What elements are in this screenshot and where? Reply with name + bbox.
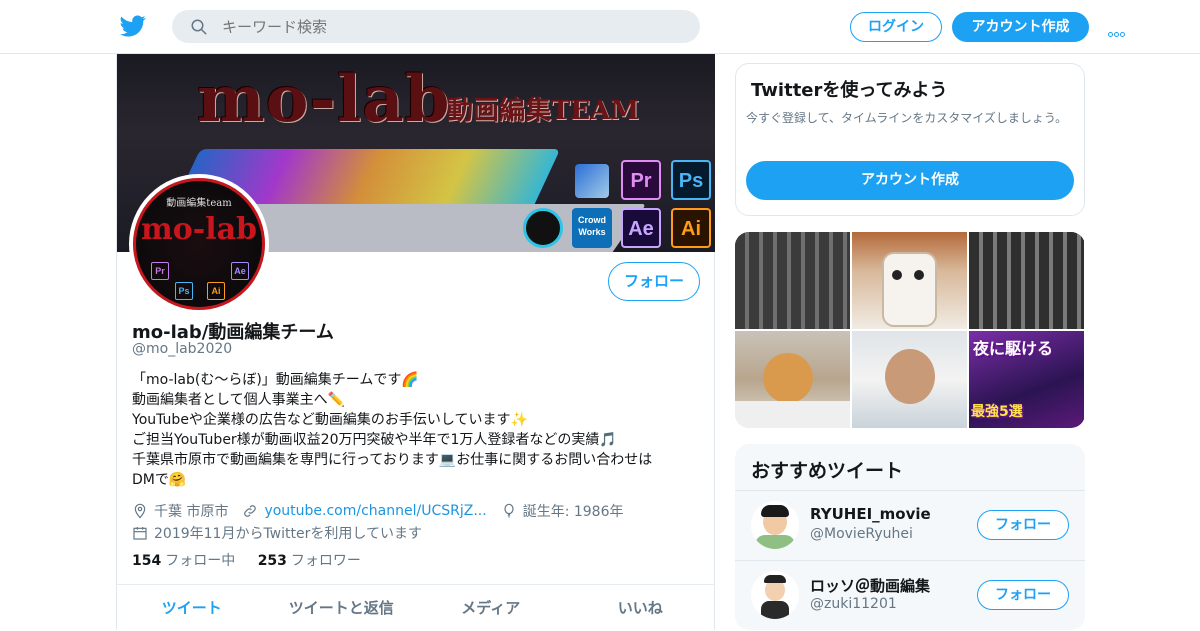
avatar[interactable]	[751, 571, 799, 619]
bio-line: YouTubeや企業様の広告など動画編集のお手伝いしています✨	[132, 412, 528, 428]
thumbnail-caption: 夜に駆ける	[973, 339, 1054, 358]
try-twitter-title: Twitterを使ってみよう	[751, 80, 948, 101]
recommended-handle: @zuki11201	[810, 596, 897, 612]
follow-button[interactable]: フォロー	[977, 580, 1069, 610]
signup-button[interactable]: アカウント作成	[952, 12, 1089, 42]
crowdworks-icon: Crowd Works	[572, 208, 612, 248]
illustrator-icon: Ai	[671, 208, 711, 248]
media-thumbnail[interactable]	[735, 331, 850, 428]
media-gallery: 夜に駆ける 最強5選	[735, 232, 1085, 428]
recommended-title: おすすめツイート	[751, 460, 904, 482]
media-thumbnail[interactable]	[852, 331, 967, 428]
search-icon	[191, 19, 207, 35]
media-thumbnail[interactable]	[852, 232, 967, 329]
coconala-icon	[523, 208, 563, 248]
tab-likes[interactable]: いいね	[566, 585, 716, 630]
cpu-icon	[575, 164, 609, 198]
birth-year-text: 誕生年: 1986年	[522, 504, 624, 520]
bio-line: DMで🤗	[132, 472, 187, 488]
link-icon	[244, 505, 257, 517]
bio-line: 「mo-lab(む～らぼ)」動画編集チームです🌈	[132, 372, 419, 388]
recommended-user[interactable]: RYUHEI_movie @MovieRyuhei フォロー	[735, 490, 1085, 558]
calendar-icon	[133, 527, 147, 540]
balloon-icon	[504, 503, 514, 518]
top-navigation-bar: ログイン アカウント作成	[0, 0, 1200, 54]
following-stat[interactable]: 154 フォロー中	[132, 553, 235, 569]
more-options-icon[interactable]	[1108, 22, 1126, 41]
following-label: フォロー中	[165, 553, 236, 569]
profile-avatar[interactable]: 動画編集team mo-lab Pr Ae Ps Ai	[129, 174, 269, 314]
avatar-title: mo-lab	[140, 212, 257, 247]
follow-button[interactable]: フォロー	[977, 510, 1069, 540]
follow-stats: 154 フォロー中 253 フォロワー	[132, 550, 379, 570]
avatar-aftereffects-icon: Ae	[231, 262, 249, 280]
login-button[interactable]: ログイン	[850, 12, 942, 42]
recommended-tweets-card: おすすめツイート RYUHEI_movie @MovieRyuhei フォロー …	[735, 444, 1085, 630]
recommended-name: ロッソ＠動画編集	[810, 577, 931, 595]
media-thumbnail[interactable]: 夜に駆ける 最強5選	[969, 331, 1084, 428]
media-thumbnail[interactable]	[969, 232, 1084, 329]
profile-bio: 「mo-lab(む～らぼ)」動画編集チームです🌈 動画編集者として個人事業主へ✏…	[132, 370, 702, 490]
avatar-premiere-icon: Pr	[151, 262, 169, 280]
photoshop-icon: Ps	[671, 160, 711, 200]
recommended-user[interactable]: ロッソ＠動画編集 @zuki11201 フォロー	[735, 560, 1085, 628]
location-text: 千葉 市原市	[154, 504, 229, 520]
twitter-bird-icon[interactable]	[120, 13, 146, 39]
tab-tweets-and-replies[interactable]: ツイートと返信	[267, 585, 417, 630]
profile-meta: 千葉 市原市 youtube.com/channel/UCSRjZ... 誕生年…	[132, 500, 638, 544]
recommended-name: RYUHEI_movie	[810, 505, 931, 523]
aftereffects-icon: Ae	[621, 208, 661, 248]
create-account-button[interactable]: アカウント作成	[746, 161, 1074, 200]
try-twitter-desc: 今すぐ登録して、タイムラインをカスタマイズしましょう。	[746, 111, 1068, 125]
thumbnail-caption: 最強5選	[971, 404, 1023, 420]
avatar-top-text: 動画編集team	[166, 198, 232, 209]
profile-tabs: ツイート ツイートと返信 メディア いいね	[117, 584, 715, 630]
recommended-handle: @MovieRyuhei	[810, 526, 913, 542]
user-handle: @mo_lab2020	[132, 341, 233, 357]
try-twitter-card: Twitterを使ってみよう 今すぐ登録して、タイムラインをカスタマイズしましょ…	[735, 63, 1085, 216]
following-count: 154	[132, 553, 162, 569]
premiere-icon: Pr	[621, 160, 661, 200]
bio-line: 動画編集者として個人事業主へ✏️	[132, 392, 346, 408]
tab-media[interactable]: メディア	[416, 585, 566, 630]
banner-title: mo-lab	[197, 62, 451, 137]
followers-stat[interactable]: 253 フォロワー	[258, 553, 361, 569]
follow-button[interactable]: フォロー	[608, 262, 700, 301]
followers-count: 253	[257, 553, 287, 569]
search-box[interactable]	[172, 10, 700, 43]
followers-label: フォロワー	[290, 553, 361, 569]
profile-url-link[interactable]: youtube.com/channel/UCSRjZ...	[264, 503, 486, 519]
media-thumbnail[interactable]	[735, 232, 850, 329]
tab-tweets[interactable]: ツイート	[117, 585, 267, 630]
profile-column: mo-lab 動画編集TEAM Pr Ps Ae Ai Crowd Works …	[116, 54, 715, 630]
location-pin-icon	[134, 503, 146, 519]
avatar-photoshop-icon: Ps	[175, 282, 193, 300]
avatar-illustrator-icon: Ai	[207, 282, 225, 300]
banner-subtitle: 動画編集TEAM	[447, 96, 640, 126]
bio-line: 千葉県市原市で動画編集を専門に行っております💻お仕事に関するお問い合わせは	[132, 452, 653, 468]
bio-line: ご担当YouTuber様が動画収益20万円突破や半年で1万人登録者などの実績🎵	[132, 432, 617, 448]
joined-date-text: 2019年11月からTwitterを利用しています	[154, 526, 422, 542]
avatar[interactable]	[751, 501, 799, 549]
search-input[interactable]	[222, 10, 682, 43]
